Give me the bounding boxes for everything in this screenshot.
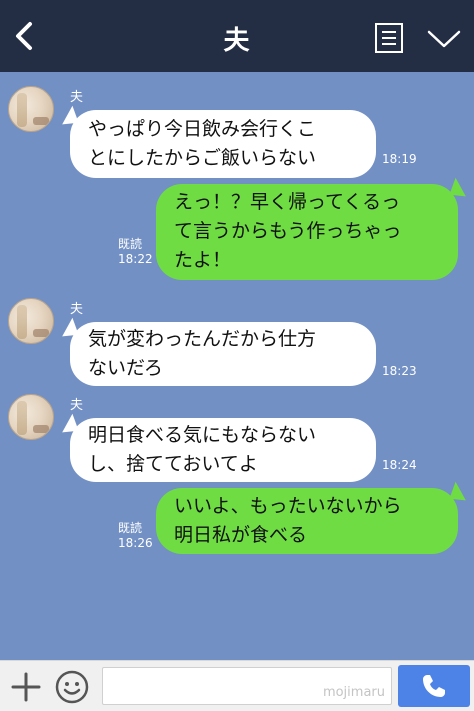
phone-icon bbox=[423, 675, 445, 697]
chevron-down-icon[interactable] bbox=[426, 28, 462, 50]
call-button[interactable] bbox=[398, 665, 470, 707]
sender-name: 夫 bbox=[70, 90, 84, 105]
sender-name: 夫 bbox=[70, 398, 84, 413]
read-receipt: 既読 bbox=[118, 521, 143, 535]
message-time: 18:23 bbox=[382, 364, 417, 378]
notes-icon[interactable] bbox=[374, 22, 404, 54]
incoming-message[interactable]: やっぱり今日飲み会行くこ とにしたからご飯いらない bbox=[70, 110, 376, 178]
incoming-message[interactable]: 気が変わったんだから仕方 ないだろ bbox=[70, 322, 376, 386]
avatar[interactable] bbox=[8, 298, 54, 344]
avatar[interactable] bbox=[8, 394, 54, 440]
sender-name: 夫 bbox=[70, 302, 84, 317]
message-time: 18:24 bbox=[382, 458, 417, 472]
plus-icon[interactable] bbox=[10, 671, 42, 703]
message-time: 18:22 bbox=[118, 252, 153, 266]
smile-icon[interactable] bbox=[54, 669, 90, 705]
watermark: mojimaru bbox=[322, 685, 385, 700]
message-time: 18:19 bbox=[382, 152, 417, 166]
composer-bar: mojimaru bbox=[0, 660, 474, 711]
message-list[interactable]: 夫 やっぱり今日飲み会行くこ とにしたからご飯いらない 18:19 既読 18:… bbox=[0, 72, 474, 660]
avatar[interactable] bbox=[8, 86, 54, 132]
incoming-message[interactable]: 明日食べる気にもならない し、捨てておいてよ bbox=[70, 418, 376, 482]
read-receipt: 既読 bbox=[118, 237, 143, 251]
outgoing-message[interactable]: えっ！？早く帰ってくるっ て言うからもう作っちゃっ たよ！ bbox=[156, 184, 458, 280]
outgoing-message[interactable]: いいよ、もったいないから 明日私が食べる bbox=[156, 488, 458, 554]
message-input[interactable]: mojimaru bbox=[102, 667, 392, 705]
chat-header: 夫 bbox=[0, 0, 474, 72]
message-time: 18:26 bbox=[118, 536, 153, 550]
